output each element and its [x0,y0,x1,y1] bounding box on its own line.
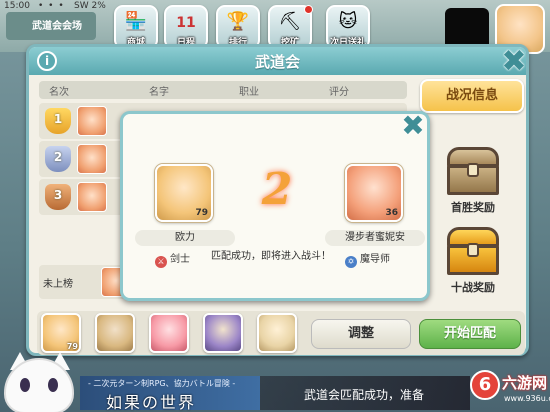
mage-star-icon: ✡ [345,256,357,268]
trophy-icon: 🏆 [226,11,250,32]
calendar-icon: 11 [176,15,196,31]
opponent-name: 漫步者蜜妮安 [325,230,425,246]
mining-icon: ⛏ [278,11,302,32]
ad-subtitle: - 二次元ターン制RPG、協力バトル冒険 - [88,379,236,388]
team-slot[interactable]: 79 [41,313,81,353]
panel-title: 武道会 [254,53,300,71]
notification-dot [304,5,313,14]
gold-medal-icon: 1 [43,106,73,136]
player-class: ⚔ 剑士 [155,250,190,268]
ad-title: 如果の世界 [106,393,197,412]
match-toast: 武道会匹配成功，准备 [260,376,470,410]
team-slot[interactable] [149,313,189,353]
toast-text: 武道会匹配成功，准备 [304,388,425,402]
player-portrait: 79 [155,164,213,222]
col-rank: 名次 [49,87,69,98]
rank-avatar [77,144,107,174]
venue-banner-label: 武道会会场 [32,21,82,32]
shop-button[interactable]: 🏪 商城 [114,5,158,49]
start-match-button[interactable]: 开始匹配 [419,319,521,349]
watermark-url: www.936u.com [504,394,550,403]
gift-icon: 🐱 [338,11,358,32]
match-countdown: 2 [261,164,293,215]
panel-close-button[interactable]: ✖ [497,45,531,79]
col-class: 职业 [239,87,259,98]
battle-info-button[interactable]: 战况信息 [420,79,524,113]
status-dots: • • • [38,1,65,11]
ten-battle-reward-label: 十战奖励 [451,281,495,294]
ten-battle-chest-icon[interactable] [443,227,503,277]
panel-header: i 武道会 [29,47,526,75]
next-day-gift-button[interactable]: 🐱 次日送礼 [326,5,370,49]
shop-icon: 🏪 [124,11,148,32]
opponent-portrait: 36 [345,164,403,222]
first-win-reward-label: 首胜奖励 [451,201,495,214]
team-slot[interactable] [95,313,135,353]
status-signal: SW 2% [74,1,106,11]
match-found-popup: ✖ 79 欧力 ⚔ 剑士 2 匹配成功，即将进入战斗！ 36 漫步者蜜妮安 ✡ 魔导… [120,110,430,301]
col-name: 名字 [149,87,169,98]
mascot-cat-icon [0,352,80,412]
team-slot[interactable] [203,313,243,353]
opponent-class: ✡ 魔导师 [345,250,390,268]
col-score: 评分 [329,87,349,98]
player-name: 欧力 [135,230,235,246]
ranking-column-headers: 名次 名字 职业 评分 [39,81,407,99]
status-time: 15:00 [4,1,30,11]
watermark-text: 六游网 [502,374,548,392]
first-win-chest-icon[interactable] [443,147,503,197]
popup-close-button[interactable]: ✖ [397,110,429,142]
schedule-button[interactable]: 11 日程 [164,5,208,49]
watermark-logo-icon: 6 [470,370,500,400]
adjust-button[interactable]: 调整 [311,319,411,349]
silver-medal-icon: 2 [43,144,73,174]
unranked-label: 未上榜 [43,279,73,290]
opponent-level: 36 [385,208,398,218]
swordsman-icon: ⚔ [155,256,167,268]
ranking-button[interactable]: 🏆 排行 [216,5,260,49]
rank-avatar [77,182,107,212]
bronze-medal-icon: 3 [43,182,73,212]
player-level: 79 [195,208,208,218]
mining-button[interactable]: ⛏ 挖矿 [268,5,313,49]
rank-avatar [77,106,107,136]
team-slot[interactable] [257,313,297,353]
watermark: 6 六游网 www.936u.com [470,366,550,412]
match-message: 匹配成功，即将进入战斗！ [211,251,331,262]
team-slot-level: 79 [66,342,78,351]
